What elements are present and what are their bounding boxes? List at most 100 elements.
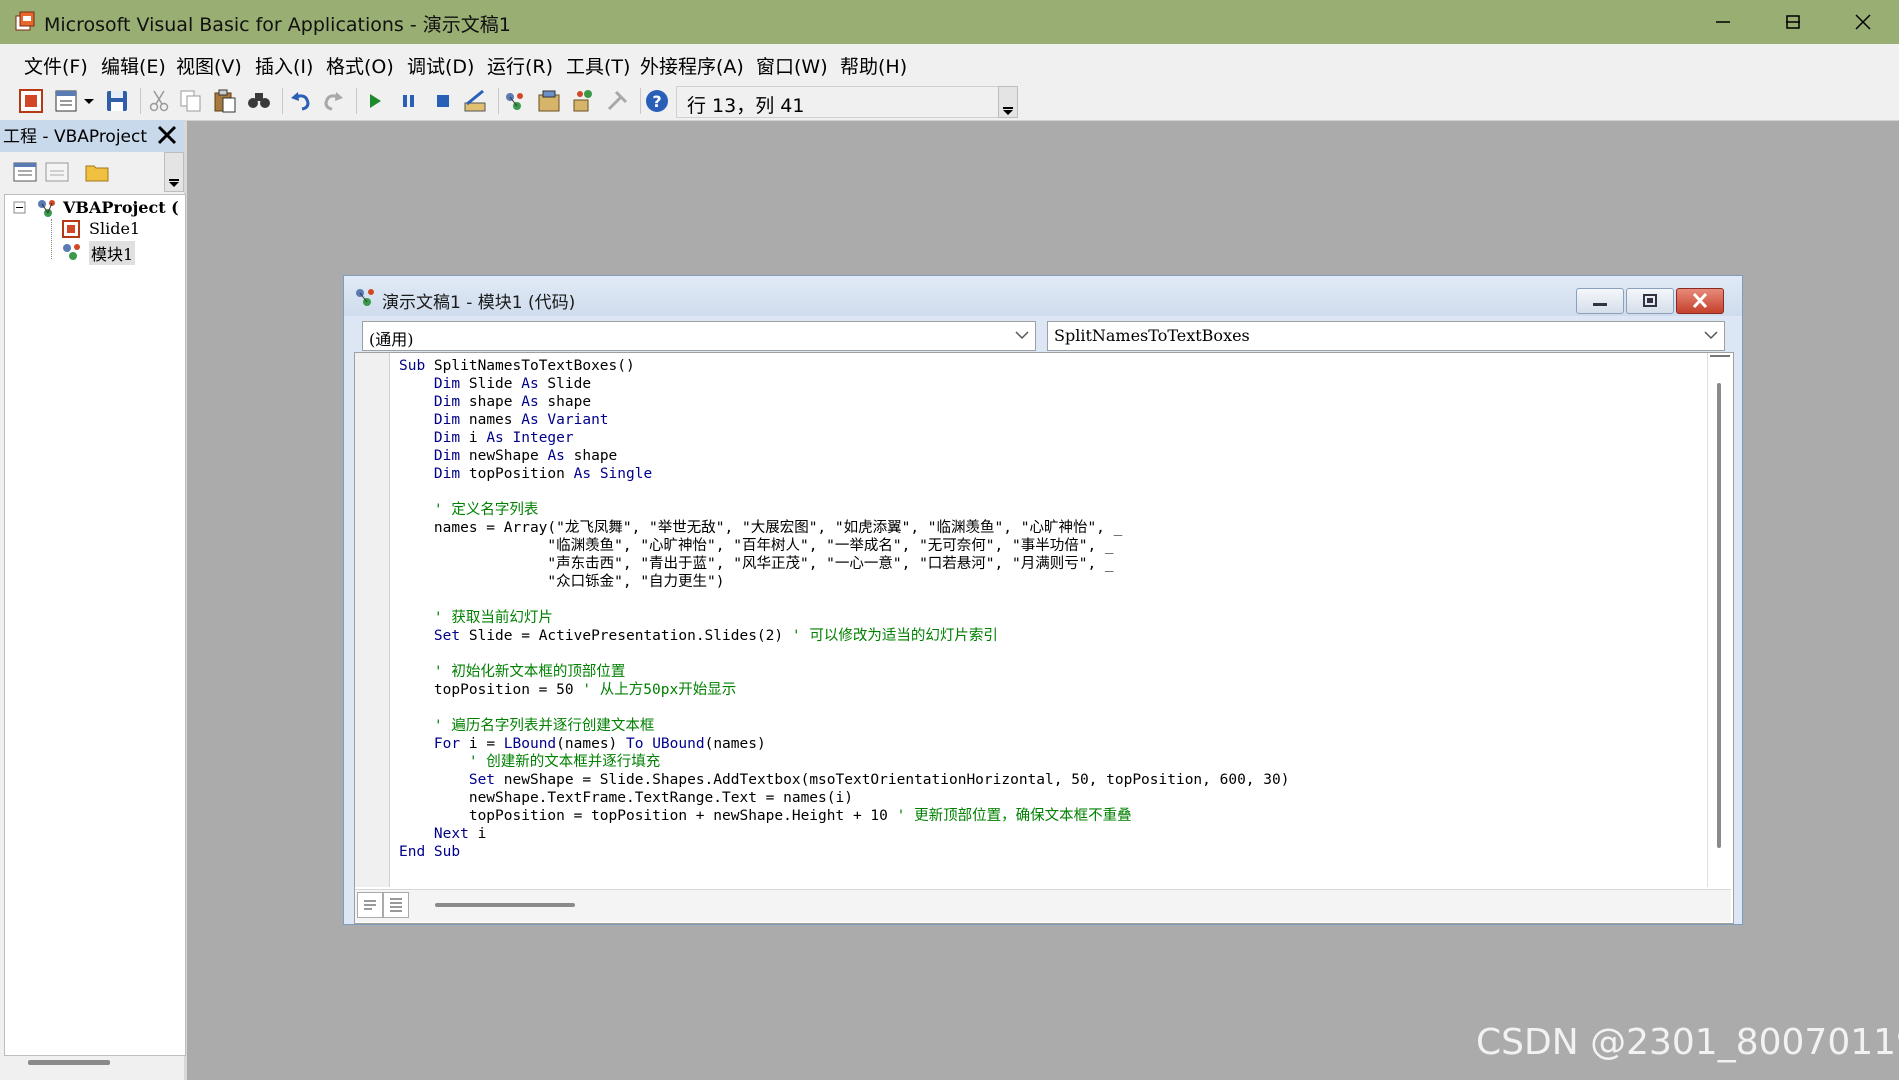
break-icon[interactable] [396,88,422,114]
code-line[interactable]: ' 获取当前幻灯片 [399,609,1289,627]
code-line[interactable]: Dim topPosition As Single [399,465,1289,483]
code-close-button[interactable] [1676,288,1724,314]
code-line[interactable]: Set newShape = Slide.Shapes.AddTextbox(m… [399,771,1290,789]
code-line[interactable]: "临渊羡鱼", "心旷神怡", "百年树人", "一举成名", "无可奈何", … [399,537,1289,555]
menu-view[interactable]: 视图(V) [176,52,242,79]
code-line[interactable]: Dim shape As shape [399,393,1289,411]
toggle-folders-icon[interactable] [84,160,110,184]
chevron-down-icon[interactable] [82,88,96,114]
code-line[interactable]: Set Slide = ActivePresentation.Slides(2)… [399,627,1289,645]
code-minimize-button[interactable] [1576,288,1624,314]
code-line[interactable]: Next i [399,825,1289,843]
code-line[interactable]: ' 初始化新文本框的顶部位置 [399,663,1289,681]
object-combobox-value: (通用) [369,330,414,349]
find-icon[interactable] [246,88,272,114]
view-code-icon[interactable] [12,160,38,184]
paste-icon[interactable] [212,88,238,114]
project-explorer-icon[interactable] [502,88,528,114]
code-token: newShape.TextFrame.TextRange.Text = name… [399,790,853,806]
procedure-combobox-value: SplitNamesToTextBoxes [1054,326,1250,345]
code-line[interactable]: topPosition = 50 ' 从上方50px开始显示 [399,681,1289,699]
menu-format[interactable]: 格式(O) [326,52,394,79]
code-keyword: Dim [433,376,461,392]
code-text[interactable]: Sub SplitNamesToTextBoxes() Dim Slide As… [399,357,1289,861]
project-toolbar-options[interactable] [164,152,184,192]
redo-icon[interactable] [320,88,346,114]
code-line[interactable]: ' 定义名字列表 [399,501,1289,519]
code-line[interactable] [399,483,1289,501]
code-line[interactable] [399,645,1289,663]
menu-edit[interactable]: 编辑(E) [101,52,166,79]
menu-window[interactable]: 窗口(W) [756,52,828,79]
tree-item-slide1[interactable]: Slide1 [89,219,140,238]
full-module-view-button[interactable] [383,892,409,918]
code-keyword: To UBound [626,736,705,752]
code-line[interactable] [399,591,1289,609]
code-line[interactable]: Dim names As Variant [399,411,1289,429]
design-mode-icon[interactable] [462,88,488,114]
code-line[interactable]: ' 创建新的文本框并逐行填充 [399,753,1289,771]
code-line[interactable]: Sub SplitNamesToTextBoxes() [399,357,1289,375]
menu-insert[interactable]: 插入(I) [255,52,313,79]
toolbar-options-button[interactable] [998,86,1018,118]
maximize-button[interactable] [1758,0,1828,44]
code-token: (names) [704,736,766,752]
copy-icon[interactable] [178,88,204,114]
code-line[interactable]: topPosition = topPosition + newShape.Hei… [399,807,1289,825]
minimize-button[interactable] [1688,0,1758,44]
collapse-icon[interactable] [13,201,27,215]
code-token: Slide = ActivePresentation.Slides(2) [460,628,792,644]
tree-item-module1[interactable]: 模块1 [89,241,136,265]
menu-addins[interactable]: 外接程序(A) [640,52,744,79]
code-line[interactable]: Dim Slide As Slide [399,375,1289,393]
code-token: topPosition = 50 [399,682,583,698]
tree-root-vbaproject[interactable]: VBAProject ( [63,198,179,217]
view-object-icon[interactable] [44,160,70,184]
code-comment: ' 可以修改为适当的幻灯片索引 [791,628,998,644]
menu-run[interactable]: 运行(R) [487,52,553,79]
full-module-view-icon [390,898,402,912]
code-line[interactable]: End Sub [399,843,1289,861]
close-icon[interactable] [154,122,180,148]
chevron-down-icon [169,179,179,187]
insert-module-icon[interactable] [54,88,80,114]
object-combobox[interactable]: (通用) [362,321,1036,351]
code-vertical-scroll-thumb[interactable] [1717,383,1721,848]
code-line[interactable] [399,699,1289,717]
code-restore-button[interactable] [1626,288,1674,314]
code-keyword: As Integer [486,430,574,446]
code-line[interactable]: newShape.TextFrame.TextRange.Text = name… [399,789,1289,807]
properties-window-icon[interactable] [536,88,562,114]
code-line[interactable]: For i = LBound(names) To UBound(names) [399,735,1289,753]
code-line[interactable]: ' 遍历名字列表并逐行创建文本框 [399,717,1289,735]
code-line[interactable]: Dim i As Integer [399,429,1289,447]
code-horizontal-scrollbar[interactable] [355,889,1731,922]
project-horizontal-scrollbar[interactable] [28,1060,110,1065]
code-vertical-scrollbar[interactable] [1707,353,1732,887]
reset-icon[interactable] [430,88,456,114]
code-editor[interactable]: Sub SplitNamesToTextBoxes() Dim Slide As… [354,352,1734,924]
run-icon[interactable] [362,88,388,114]
code-line[interactable]: Dim newShape As shape [399,447,1289,465]
procedure-combobox[interactable]: SplitNamesToTextBoxes [1047,321,1725,351]
code-horizontal-scroll-thumb[interactable] [435,903,575,907]
undo-icon[interactable] [288,88,314,114]
code-line[interactable]: names = Array("龙飞凤舞", "举世无敌", "大展宏图", "如… [399,519,1289,537]
toolbox-icon[interactable] [604,88,630,114]
procedure-view-button[interactable] [357,892,383,918]
menu-tools[interactable]: 工具(T) [566,52,630,79]
cut-icon[interactable] [146,88,172,114]
menu-file[interactable]: 文件(F) [24,52,88,79]
module-icon [356,289,374,306]
code-line[interactable]: "声东击西", "青出于蓝", "风华正茂", "一心一意", "口若悬河", … [399,555,1289,573]
code-line[interactable]: "众口铄金", "自力更生") [399,573,1289,591]
help-icon[interactable]: ? [644,88,670,114]
close-button[interactable] [1828,0,1898,44]
code-margin[interactable] [355,353,390,887]
object-browser-icon[interactable] [570,88,596,114]
menu-help[interactable]: 帮助(H) [840,52,907,79]
save-icon[interactable] [104,88,130,114]
view-powerpoint-icon[interactable] [18,88,44,114]
menu-debug[interactable]: 调试(D) [407,52,474,79]
